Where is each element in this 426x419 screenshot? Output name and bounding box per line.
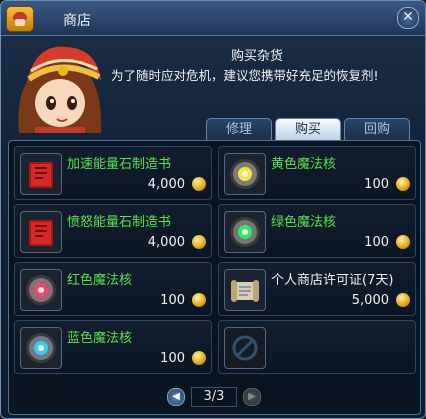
item-price: 100 [160, 351, 185, 366]
greeting-title: 购买杂货 [231, 49, 284, 64]
blue-magic-core-icon [20, 327, 62, 369]
shop-item-slot[interactable]: 个人商店许可证(7天) 5,000 [218, 262, 416, 316]
tab-buy[interactable]: 购买 [275, 118, 341, 142]
shop-item-slot[interactable]: 蓝色魔法核 100 [14, 320, 212, 374]
coin-icon [396, 235, 410, 249]
item-price: 100 [160, 293, 185, 308]
item-name: 蓝色魔法核 [67, 331, 133, 346]
green-magic-core-icon [224, 211, 266, 253]
scroll-license-icon [224, 269, 266, 311]
yellow-magic-core-icon [224, 153, 266, 195]
item-name: 愤怒能量石制造书 [67, 215, 172, 230]
page-indicator: 3/3 [191, 387, 237, 407]
shop-item-slot[interactable]: 绿色魔法核 100 [218, 204, 416, 258]
item-name: 黄色魔法核 [271, 157, 337, 172]
coin-icon [192, 351, 206, 365]
pagination: ◀ 3/3 ▶ [1, 385, 425, 409]
item-price: 100 [364, 177, 389, 192]
red-book-icon [20, 153, 62, 195]
coin-icon [192, 235, 206, 249]
coin-icon [192, 293, 206, 307]
item-name: 个人商店许可证(7天) [271, 273, 394, 288]
item-price: 5,000 [351, 293, 389, 308]
window-title: 商店 [63, 13, 91, 29]
prev-page-button[interactable]: ◀ [167, 388, 185, 406]
close-button[interactable]: ✕ [397, 7, 419, 29]
coin-icon [396, 293, 410, 307]
red-book-icon [20, 211, 62, 253]
tab-repair[interactable]: 修理 [206, 118, 272, 141]
shop-item-slot[interactable]: 愤怒能量石制造书 4,000 [14, 204, 212, 258]
item-name: 红色魔法核 [67, 273, 133, 288]
tab-buyback[interactable]: 回购 [344, 118, 410, 141]
npc-portrait [18, 46, 102, 133]
shop-window: 商店 ✕ 购买杂货 为了随时应对危机，建议您携带好充足的恢复剂! 修理 购买 回… [0, 0, 426, 419]
red-magic-core-icon [20, 269, 62, 311]
greeting-text: 为了随时应对危机，建议您携带好充足的恢复剂! [111, 68, 379, 83]
item-panel: 加速能量石制造书 4,000 黄色魔法核 100 愤怒能量石制造书 4,000 [8, 140, 421, 415]
shop-item-slot[interactable]: 黄色魔法核 100 [218, 146, 416, 200]
item-price: 100 [364, 235, 389, 250]
title-bar[interactable]: 商店 ✕ [1, 1, 425, 36]
next-page-button[interactable]: ▶ [243, 388, 261, 406]
empty-item-slot [218, 320, 416, 374]
item-name: 绿色魔法核 [271, 215, 337, 230]
item-price: 4,000 [147, 177, 185, 192]
shop-item-slot[interactable]: 红色魔法核 100 [14, 262, 212, 316]
shop-item-slot[interactable]: 加速能量石制造书 4,000 [14, 146, 212, 200]
coin-icon [192, 177, 206, 191]
item-name: 加速能量石制造书 [67, 157, 172, 172]
coin-icon [396, 177, 410, 191]
item-price: 4,000 [147, 235, 185, 250]
shopkeeper-icon [6, 6, 34, 32]
empty-slot-icon [224, 327, 266, 369]
